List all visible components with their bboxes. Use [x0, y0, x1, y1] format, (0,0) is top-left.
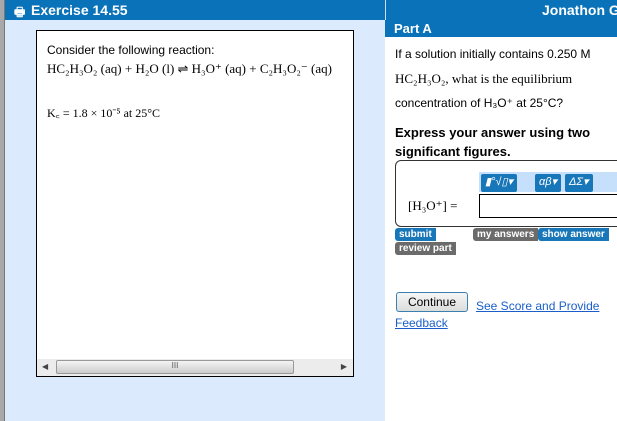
feedback-link[interactable]: See Score and Provide Feedback: [395, 298, 617, 332]
instruction: Express your answer using two significan…: [395, 125, 591, 159]
answer-box: ▮°√▯▾ αβ▾ ΔΣ▾ [H₃O⁺] =: [395, 160, 617, 227]
show-answer-button[interactable]: show answer: [538, 228, 609, 241]
divider: [385, 0, 386, 20]
scroll-thumb[interactable]: III: [56, 360, 294, 374]
problem-intro: Consider the following reaction:: [47, 43, 215, 57]
reaction-equation: HC₂H₃O₂ (aq) + H₂O (l) ⇌ H₃O⁺ (aq) + C₂H…: [47, 61, 332, 76]
user-name: Jonathon G: [542, 2, 617, 18]
scroll-right-icon[interactable]: ▶: [341, 362, 347, 371]
question-line: concentration of H₃O⁺ at 25°C?: [395, 96, 564, 110]
review-part-button[interactable]: review part: [395, 242, 456, 255]
templates-button[interactable]: ▮°√▯▾: [481, 174, 518, 192]
equilibrium-constant: K꜀ = 1.8 × 10⁻⁵ at 25°C: [47, 106, 161, 120]
exercise-title: Exercise 14.55: [31, 2, 128, 18]
part-panel: Part A If a solution initially contains …: [385, 20, 617, 421]
answer-label: [H₃O⁺] =: [408, 198, 458, 213]
question-line: HC₂H₃O₂, what is the equilibrium: [395, 70, 573, 86]
horizontal-scrollbar[interactable]: ◀ III ▶: [37, 359, 353, 376]
math-toolbar: ▮°√▯▾ αβ▾ ΔΣ▾: [479, 172, 617, 192]
symbols-button[interactable]: ΔΣ▾: [565, 174, 593, 192]
problem-box: Consider the following reaction: HC₂H₃O₂…: [36, 30, 354, 377]
problem-panel: Consider the following reaction: HC₂H₃O₂…: [5, 20, 385, 421]
submit-button[interactable]: submit: [395, 228, 436, 241]
scroll-left-icon[interactable]: ◀: [42, 362, 48, 371]
question-line: If a solution initially contains 0.250 M: [395, 47, 591, 61]
header-bar: 🖶 Exercise 14.55 Jonathon G: [5, 0, 617, 20]
my-answers-button[interactable]: my answers: [473, 228, 539, 241]
part-title: Part A: [385, 20, 617, 37]
question: If a solution initially contains 0.250 M…: [395, 42, 590, 116]
greek-button[interactable]: αβ▾: [535, 174, 562, 192]
answer-input[interactable]: [479, 194, 617, 218]
